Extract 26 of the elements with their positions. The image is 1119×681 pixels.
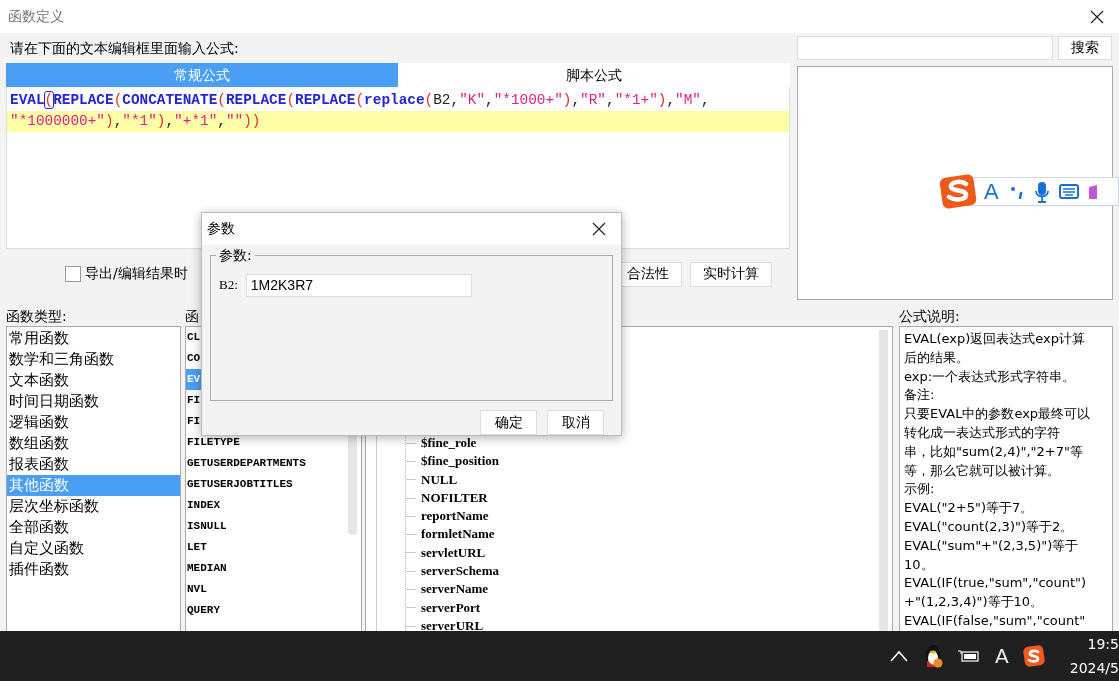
group-label: 参数:	[216, 246, 255, 265]
description-text: EVAL("2+5")等于7。	[904, 499, 1035, 518]
checkbox-label: 导出/编辑结果时	[85, 265, 188, 283]
description-text: EVAL("sum"+"(2,3,5)")等于	[904, 536, 1080, 555]
description-text: EVAL(IF(false,"sum","count"	[904, 611, 1087, 630]
window-title: 函数定义	[8, 7, 64, 26]
section-label: 函数类型:	[6, 307, 68, 326]
description-text: 转化成一表达式形式的字符	[904, 424, 1061, 442]
description-text: EVAL("count(2,3)")等于2。	[904, 517, 1075, 536]
description-text: EVAL(IF(true,"sum","count")	[904, 574, 1088, 593]
code-line: EVAL(REPLACE(CONCATENATE(REPLACE(REPLACE(replace(B2,"K","*1000+"),"R","*1+"),"M",	[9, 91, 711, 110]
dialog-title: 参数	[207, 220, 235, 238]
description-text: 10。	[904, 555, 935, 574]
description-text: 后的结果。	[904, 348, 970, 367]
description-text: 等，那么它就可以被计算。	[904, 461, 1061, 480]
description-text: EVAL(exp)返回表达式exp计算	[904, 330, 1086, 348]
description-text: +"(1,2,3,4)")等于10。	[904, 593, 1045, 612]
description-text: 只要EVAL中的参数exp最终可以	[904, 405, 1092, 424]
description-text: 串，比如"sum(2,4)","2+7"等	[904, 442, 1084, 461]
description-text: 备注:	[904, 386, 936, 405]
prompt-label: 请在下面的文本编辑框里面输入公式:	[9, 39, 240, 58]
field-label: B2:	[219, 277, 238, 294]
description-text: exp:一个表达式形式字符串。	[904, 367, 1077, 386]
description-text: 示例:	[904, 480, 936, 499]
section-label: 公式说明:	[899, 307, 961, 326]
section-label: 函	[185, 307, 200, 326]
